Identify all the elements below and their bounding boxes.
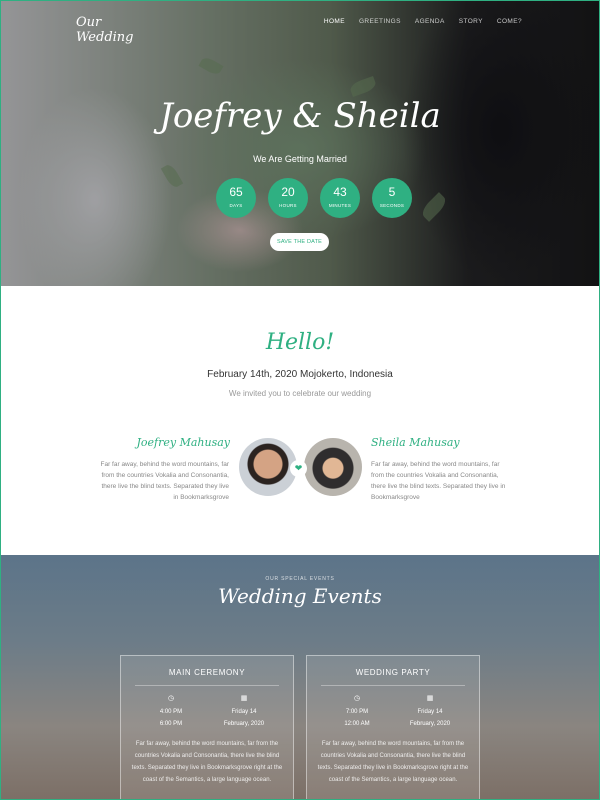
event-month: February, 2020 <box>409 721 451 727</box>
clock-icon: ◷ <box>353 695 361 702</box>
bride-photo <box>304 438 362 496</box>
bride-name: Sheila Mahusay <box>371 436 460 449</box>
nav-greetings[interactable]: GREETINGS <box>359 18 401 25</box>
countdown-value: 65 <box>229 185 243 199</box>
event-time-start: 7:00 PM <box>345 709 369 715</box>
nav-come[interactable]: COME? <box>497 18 522 25</box>
invite-text: We invited you to celebrate our wedding <box>228 389 372 398</box>
main-nav: HOME GREETINGS AGENDA STORY COME? <box>324 18 522 25</box>
event-description: Far far away, behind the word mountains,… <box>317 741 469 783</box>
countdown-minutes: 43 MINUTES <box>320 178 360 218</box>
heart-icon: ❤ <box>290 460 307 477</box>
events-section: OUR SPECIAL EVENTS Wedding Events MAIN C… <box>0 555 600 805</box>
event-time: ◷ 7:00 PM 12:00 AM <box>322 693 392 730</box>
countdown-hours: 20 HOURS <box>268 178 308 218</box>
greeting-title: Hello! <box>265 330 335 355</box>
nav-story[interactable]: STORY <box>459 18 483 25</box>
divider <box>135 685 279 686</box>
events-title: Wedding Events <box>218 584 382 608</box>
event-card-wedding-party: WEDDING PARTY ◷ 7:00 PM 12:00 AM ▦ Frida… <box>306 655 480 805</box>
event-day: Friday 14 <box>417 709 443 715</box>
countdown-label: SECONDS <box>379 203 405 208</box>
event-description: Far far away, behind the word mountains,… <box>131 741 283 783</box>
logo-line-2: Wedding <box>76 30 134 45</box>
calendar-icon: ▦ <box>426 695 434 702</box>
clock-icon: ◷ <box>167 695 175 702</box>
countdown-label: MINUTES <box>328 203 352 208</box>
event-day: Friday 14 <box>231 709 257 715</box>
countdown: 65 DAYS 20 HOURS 43 MINUTES 5 SECONDS <box>216 178 412 218</box>
divider <box>321 685 465 686</box>
countdown-label: HOURS <box>279 203 297 208</box>
event-time-end: 6:00 PM <box>159 721 183 727</box>
logo-line-1: Our <box>76 15 102 30</box>
site-logo[interactable]: Our Wedding <box>76 15 134 45</box>
countdown-days: 65 DAYS <box>216 178 256 218</box>
countdown-seconds: 5 SECONDS <box>372 178 412 218</box>
event-card-title: WEDDING PARTY <box>355 668 431 677</box>
countdown-label: DAYS <box>229 203 243 208</box>
event-time: ◷ 4:00 PM 6:00 PM <box>136 693 206 730</box>
wedding-date-location: February 14th, 2020 Mojokerto, Indonesia <box>207 369 393 380</box>
couple-title: Joefrey & Sheila <box>159 96 441 136</box>
hero-section: Our Wedding HOME GREETINGS AGENDA STORY … <box>0 0 600 286</box>
countdown-value: 5 <box>388 185 396 199</box>
save-the-date-button[interactable]: SAVE THE DATE <box>270 233 329 251</box>
event-month: February, 2020 <box>223 721 265 727</box>
countdown-value: 43 <box>333 185 347 199</box>
event-card-title: MAIN CEREMONY <box>168 668 246 677</box>
countdown-value: 20 <box>281 185 295 199</box>
calendar-icon: ▦ <box>240 695 248 702</box>
nav-home[interactable]: HOME <box>324 18 345 25</box>
hero-tagline: We Are Getting Married <box>253 154 347 164</box>
event-card-main-ceremony: MAIN CEREMONY ◷ 4:00 PM 6:00 PM ▦ Friday… <box>120 655 294 805</box>
nav-agenda[interactable]: AGENDA <box>415 18 445 25</box>
event-date: ▦ Friday 14 February, 2020 <box>209 693 279 730</box>
groom-bio: Far far away, behind the word mountains,… <box>100 461 230 501</box>
groom-photo <box>239 438 297 496</box>
events-subtitle: OUR SPECIAL EVENTS <box>265 576 335 582</box>
event-time-start: 4:00 PM <box>159 709 183 715</box>
event-time-end: 12:00 AM <box>344 721 370 727</box>
event-date: ▦ Friday 14 February, 2020 <box>395 693 465 730</box>
bride-bio: Far far away, behind the word mountains,… <box>371 461 506 501</box>
groom-name: Joefrey Mahusay <box>136 436 231 449</box>
